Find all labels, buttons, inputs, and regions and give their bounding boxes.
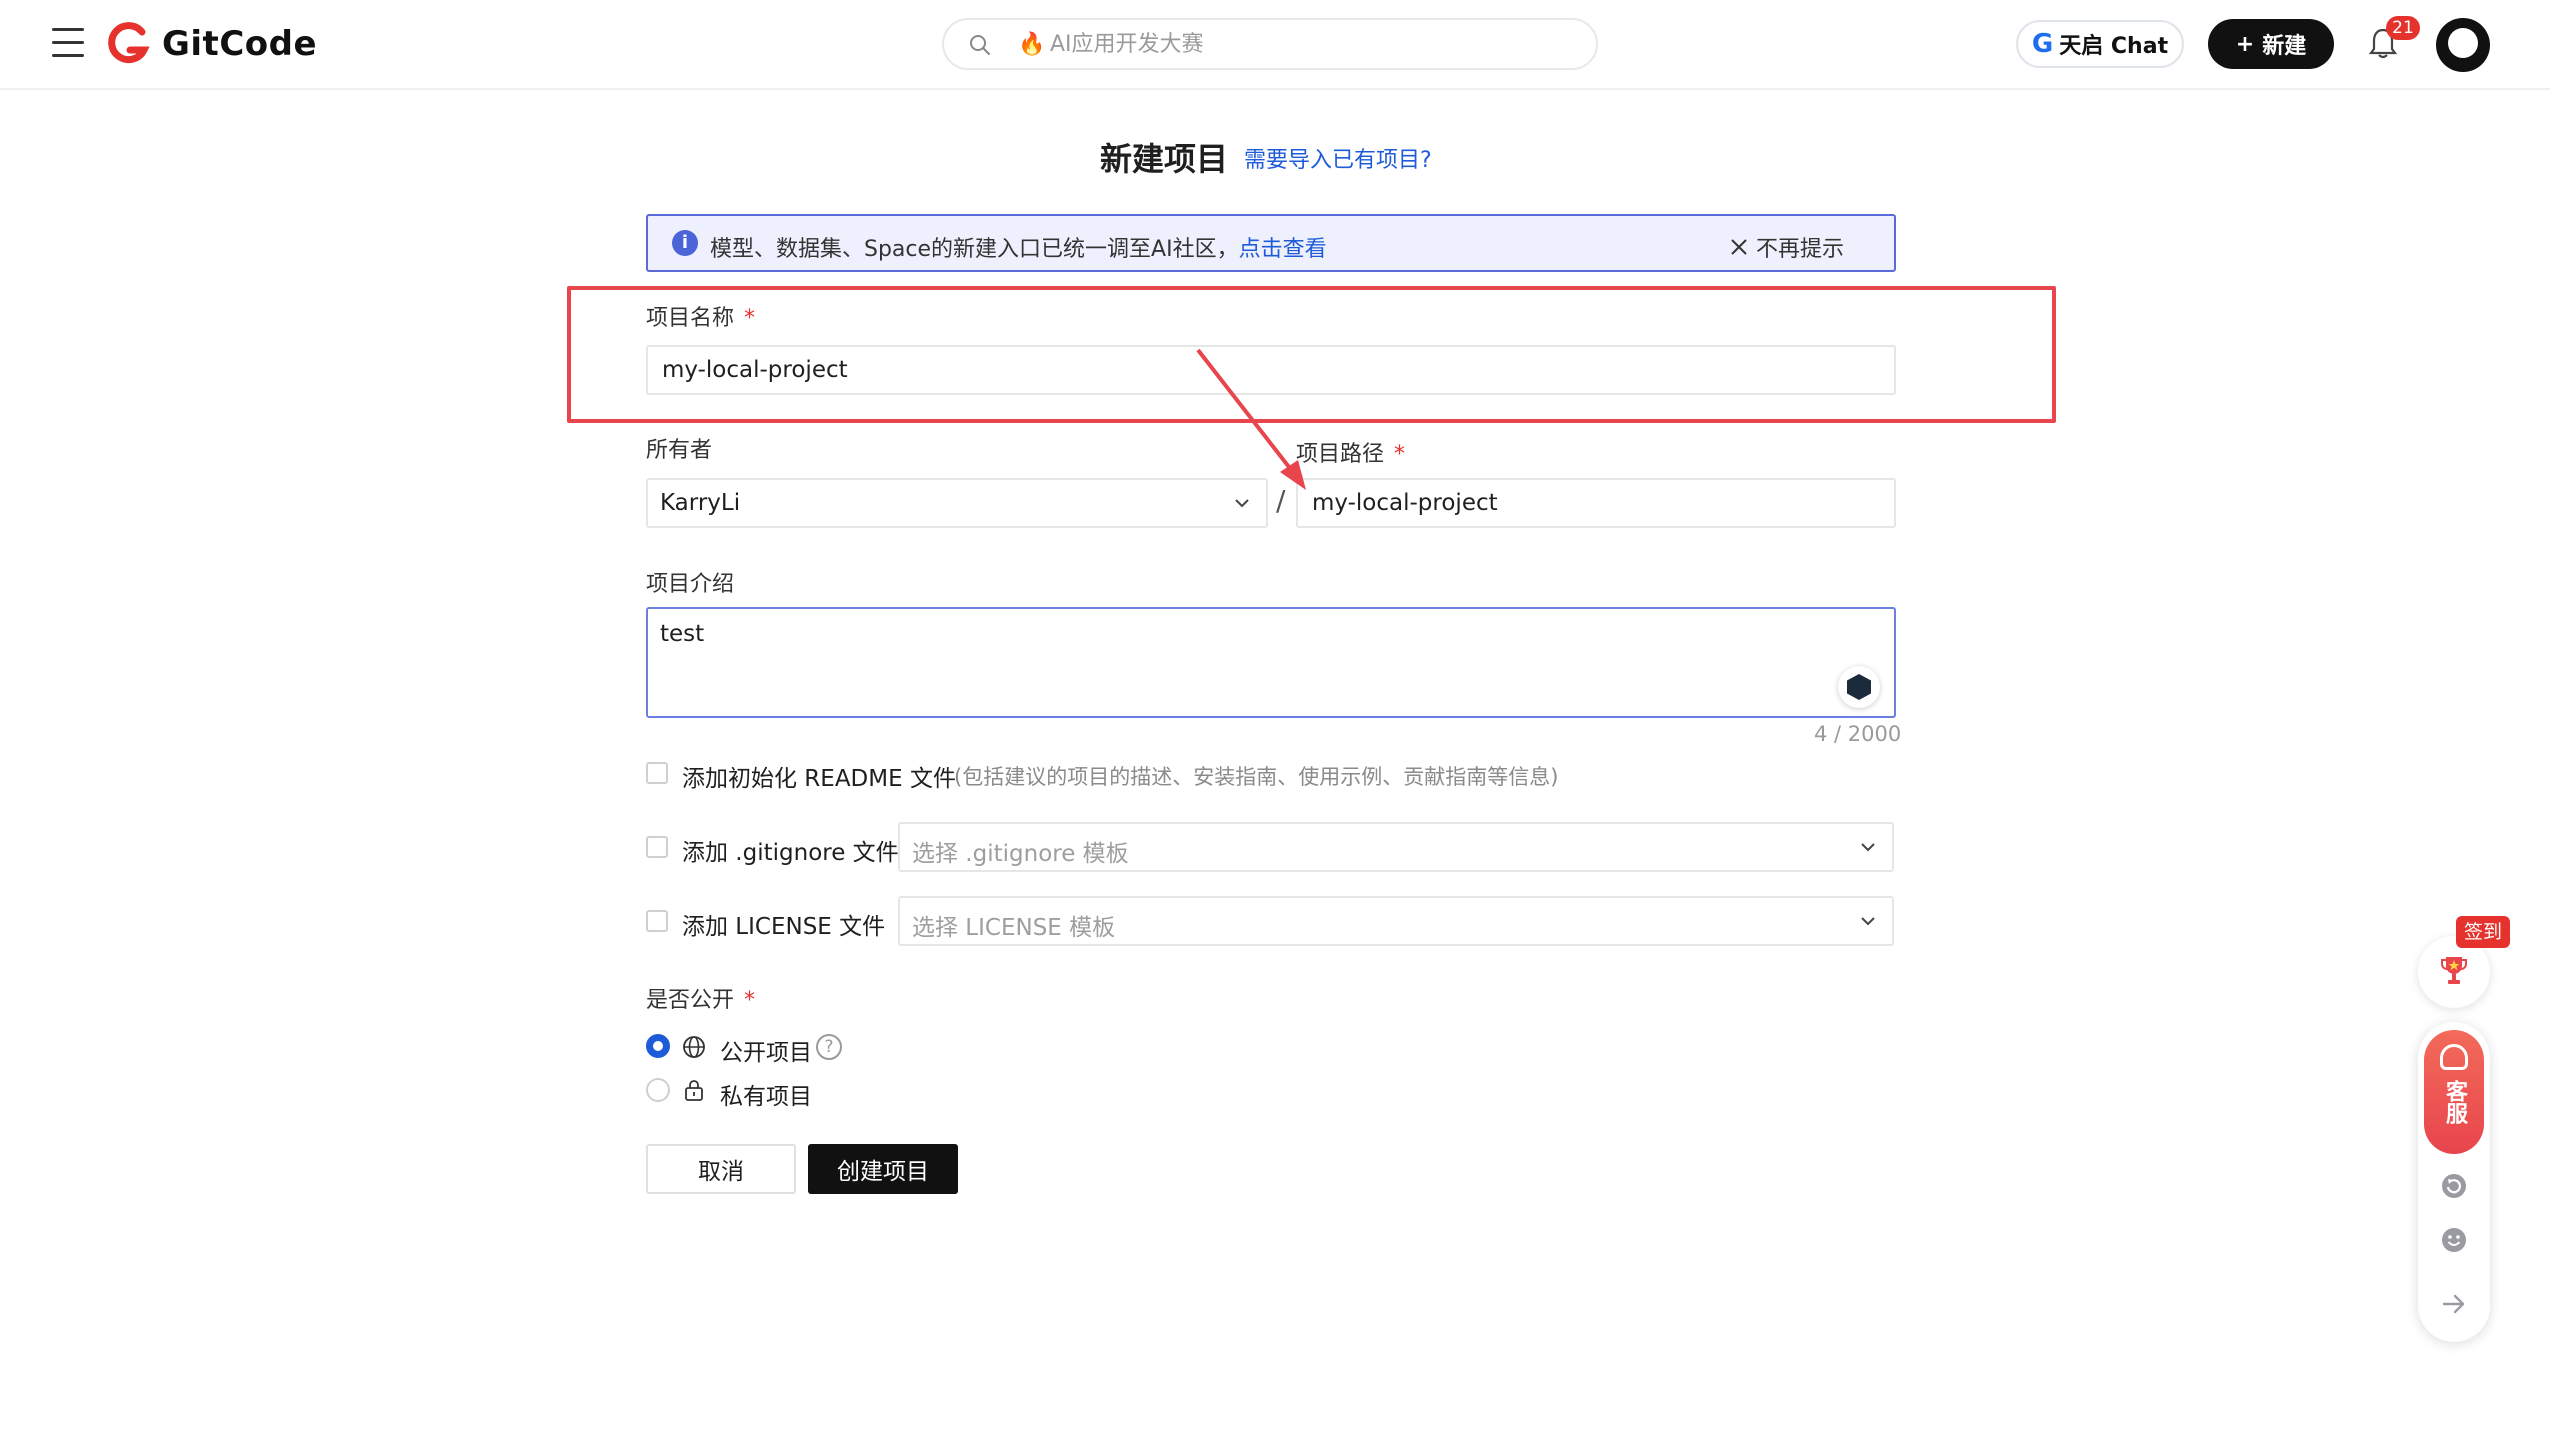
banner-view-link[interactable]: 点击查看 [1239,237,1327,262]
page-title: 新建项目 [1100,140,1229,178]
private-radio[interactable] [646,1078,670,1102]
annotation-highlight-box [567,286,2056,423]
description-value: test [660,621,705,647]
gitcode-logo-icon[interactable] [106,22,150,66]
readme-label: 添加初始化 README 文件 [682,766,956,792]
support-label: 客服 [2442,1080,2467,1124]
visibility-label: 是否公开 * [646,988,756,1013]
owner-label: 所有者 [646,438,713,463]
project-path-field[interactable] [1296,478,1896,528]
ai-assist-icon[interactable] [1838,666,1880,708]
flame-icon: 🔥 [1018,32,1046,57]
banner-dismiss-button[interactable]: 不再提示 [1730,231,1844,263]
new-button[interactable]: + 新建 [2208,19,2334,69]
project-path-input[interactable] [1310,488,1870,518]
menu-icon[interactable] [52,28,84,60]
license-checkbox[interactable] [646,910,668,932]
smiley-icon[interactable] [2440,1226,2468,1254]
create-project-button[interactable]: 创建项目 [808,1144,958,1194]
private-label: 私有项目 [720,1084,812,1110]
tianqi-chat-button[interactable]: G 天启 Chat [2016,20,2184,68]
chat-logo-icon: G [2031,29,2054,59]
headset-icon [2440,1044,2468,1070]
license-select[interactable]: 选择 LICENSE 模板 [898,896,1894,946]
readme-checkbox[interactable] [646,762,668,784]
gitignore-select[interactable]: 选择 .gitignore 模板 [898,822,1894,872]
search-bar[interactable]: 🔥 [942,18,1598,70]
import-project-link[interactable]: 需要导入已有项目? [1244,142,1432,174]
new-button-label: 新建 [2262,34,2307,59]
path-label: 项目路径 * [1296,442,1406,467]
brand-name[interactable]: GitCode [162,24,317,64]
lock-icon [685,1080,703,1101]
search-input[interactable] [1048,29,1568,59]
chevron-down-icon [1861,917,1875,926]
arrow-right-icon[interactable] [2440,1290,2468,1318]
floating-side-panel: 客服 [2418,1022,2490,1342]
path-separator: / [1276,484,1286,517]
license-label: 添加 LICENSE 文件 [682,914,886,940]
info-banner: i 模型、数据集、Space的新建入口已统一调至AI社区，点击查看 不再提示 [646,214,1896,272]
banner-message: 模型、数据集、Space的新建入口已统一调至AI社区，点击查看 [710,237,1327,262]
top-navbar: GitCode 🔥 G 天启 Chat + 新建 21 [0,0,2550,90]
description-textarea[interactable]: test [646,607,1896,718]
public-label: 公开项目 [720,1040,812,1066]
license-placeholder: 选择 LICENSE 模板 [912,915,1116,941]
owner-select[interactable]: KarryLi [646,478,1268,528]
user-avatar[interactable] [2436,18,2490,72]
sign-in-badge[interactable]: 签到 [2456,916,2510,948]
info-icon: i [672,230,698,256]
plus-icon: + [2235,31,2255,57]
trophy-icon [2441,957,2467,984]
chat-button-label: 天启 Chat [2059,34,2169,59]
search-icon [970,35,990,55]
owner-value: KarryLi [660,490,741,516]
char-counter: 4 / 2000 [1814,722,1902,746]
chevron-down-icon [1235,499,1249,508]
description-label: 项目介绍 [646,572,735,597]
help-icon[interactable]: ? [816,1034,842,1060]
customer-service-button[interactable]: 客服 [2424,1030,2484,1154]
gitignore-label: 添加 .gitignore 文件 [682,840,899,866]
cancel-button[interactable]: 取消 [646,1144,796,1194]
notification-badge: 21 [2386,16,2420,40]
close-icon [1731,239,1747,255]
public-radio[interactable] [646,1034,670,1058]
refresh-icon[interactable] [2440,1172,2468,1200]
gitignore-checkbox[interactable] [646,836,668,858]
readme-hint: (包括建议的项目的描述、安装指南、使用示例、贡献指南等信息) [954,765,1559,789]
dismiss-label: 不再提示 [1755,237,1844,262]
gitignore-placeholder: 选择 .gitignore 模板 [912,841,1129,867]
globe-icon [683,1036,705,1058]
chevron-down-icon [1861,843,1875,852]
